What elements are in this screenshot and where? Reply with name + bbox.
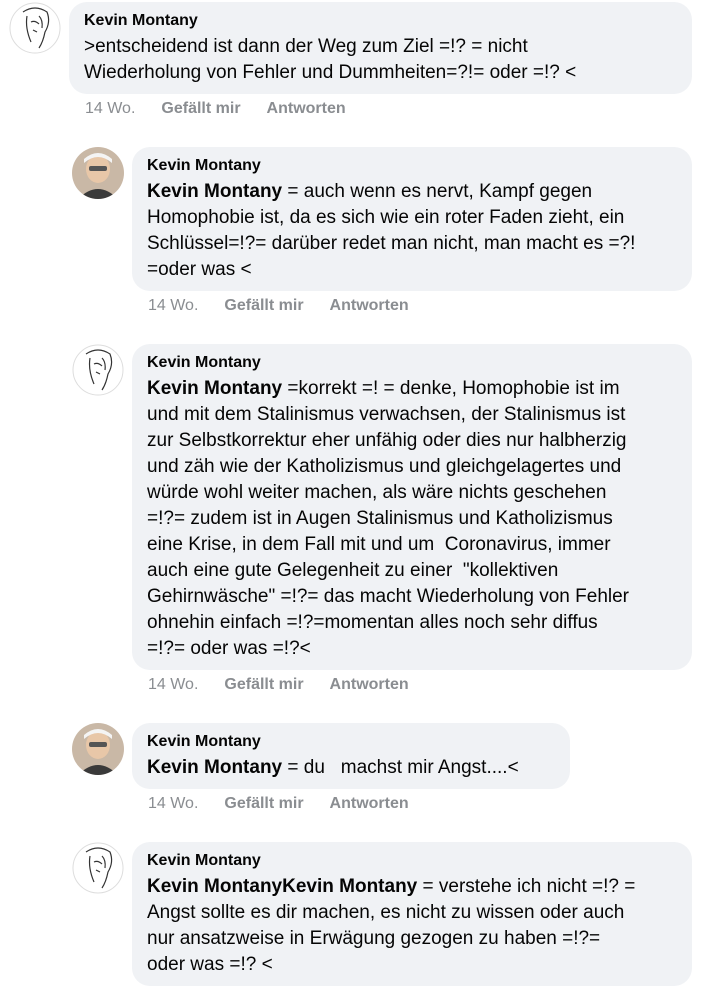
comment-time[interactable]: 14 Wo. xyxy=(148,297,198,315)
comment-time[interactable]: 14 Wo. xyxy=(148,676,198,694)
avatar-photo-icon[interactable] xyxy=(72,723,124,775)
comment-bubble: Kevin Montany Kevin Montany =korrekt =! … xyxy=(132,344,692,670)
comment-actions: 14 Wo. Gefällt mir Antworten xyxy=(148,795,409,813)
comment-time[interactable]: 14 Wo. xyxy=(85,100,135,118)
avatar-sketch-icon[interactable] xyxy=(72,344,124,396)
comment-actions: 14 Wo. Gefällt mir Antworten xyxy=(148,297,409,315)
mention-link[interactable]: Kevin Montany xyxy=(147,181,282,202)
comment-body: =korrekt =! = denke, Homophobie ist im u… xyxy=(147,378,630,659)
reply-button[interactable]: Antworten xyxy=(330,795,409,813)
mention-link[interactable]: Kevin Montany xyxy=(147,378,282,399)
comment-author[interactable]: Kevin Montany xyxy=(147,353,678,373)
comment-author[interactable]: Kevin Montany xyxy=(147,851,678,871)
comment-text: Kevin MontanyKevin Montany = verstehe ic… xyxy=(147,874,678,978)
comment-text: >entscheidend ist dann der Weg zum Ziel … xyxy=(84,36,577,83)
avatar-photo-icon[interactable] xyxy=(72,147,124,199)
comment-author[interactable]: Kevin Montany xyxy=(147,156,678,176)
comment-bubble: Kevin Montany Kevin Montany = auch wenn … xyxy=(132,147,692,291)
comment-author[interactable]: Kevin Montany xyxy=(147,732,556,752)
reply-button[interactable]: Antworten xyxy=(267,100,346,118)
reply-button[interactable]: Antworten xyxy=(330,297,409,315)
comment-actions: 14 Wo. Gefällt mir Antworten xyxy=(85,100,346,118)
like-button[interactable]: Gefällt mir xyxy=(224,795,303,813)
mention-link[interactable]: Kevin MontanyKevin Montany xyxy=(147,876,417,897)
mention-link[interactable]: Kevin Montany xyxy=(147,757,282,778)
comment-bubble: Kevin Montany Kevin Montany = du machst … xyxy=(132,723,570,789)
like-button[interactable]: Gefällt mir xyxy=(224,676,303,694)
comment-text: Kevin Montany =korrekt =! = denke, Homop… xyxy=(147,376,678,662)
comment-time[interactable]: 14 Wo. xyxy=(148,795,198,813)
reply-button[interactable]: Antworten xyxy=(330,676,409,694)
avatar-sketch-icon[interactable] xyxy=(72,842,124,894)
comment-author[interactable]: Kevin Montany xyxy=(84,11,678,31)
comment-text: Kevin Montany = auch wenn es nervt, Kamp… xyxy=(147,179,678,283)
comment-bubble: Kevin Montany Kevin MontanyKevin Montany… xyxy=(132,842,692,986)
comment-body: = du machst mir Angst....< xyxy=(282,757,519,778)
like-button[interactable]: Gefällt mir xyxy=(224,297,303,315)
comment-bubble: Kevin Montany >entscheidend ist dann der… xyxy=(69,2,692,94)
comment-actions: 14 Wo. Gefällt mir Antworten xyxy=(148,676,409,694)
like-button[interactable]: Gefällt mir xyxy=(161,100,240,118)
avatar-sketch-icon[interactable] xyxy=(9,2,61,54)
comment-text: Kevin Montany = du machst mir Angst....< xyxy=(147,755,556,781)
